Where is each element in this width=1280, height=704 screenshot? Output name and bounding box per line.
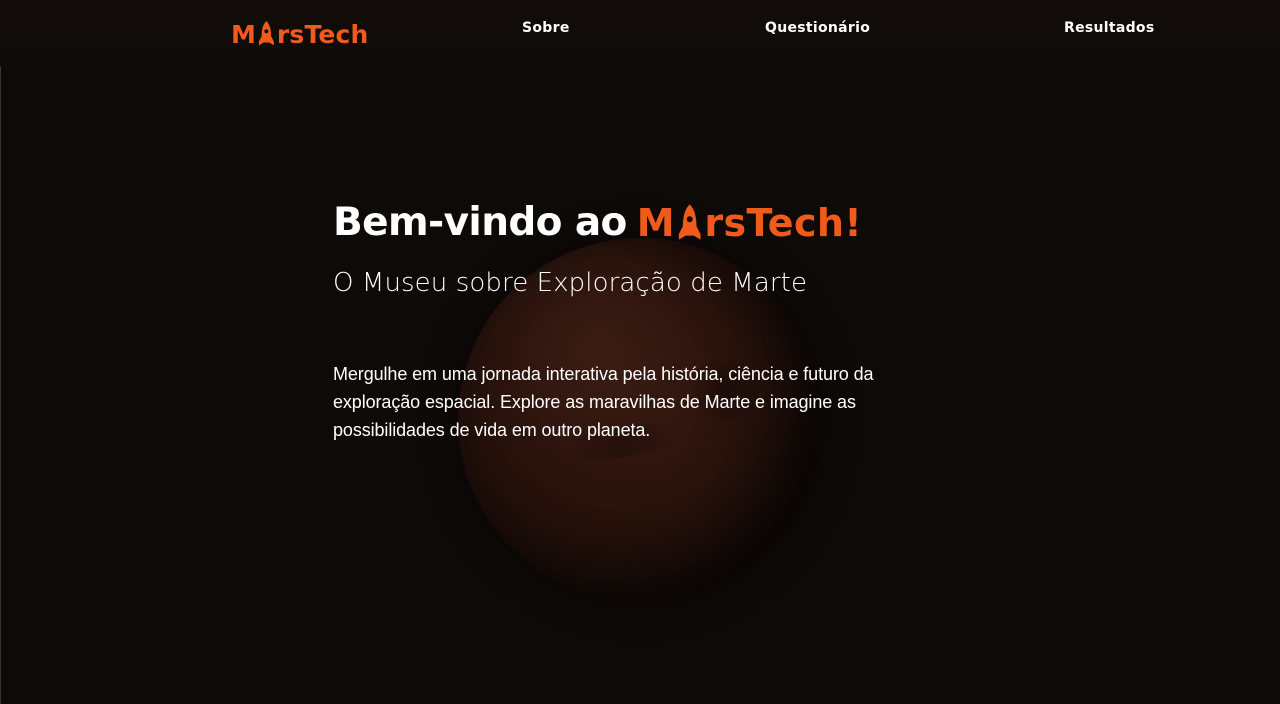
hero-subtitle: O Museu sobre Exploração de Marte <box>333 268 808 298</box>
hero-description: Mergulhe em uma jornada interativa pela … <box>333 364 874 440</box>
nav-link-resultados[interactable]: Resultados <box>1064 20 1155 36</box>
top-navigation-bar: M rsTech Sobre Questionário Resultados <box>0 0 1280 66</box>
hero-brand-logo: M rsTech! <box>637 196 862 250</box>
hero-brand-prefix: M <box>636 201 675 245</box>
rocket-icon <box>258 20 274 46</box>
nav-link-sobre[interactable]: Sobre <box>522 20 570 36</box>
hero-brand-suffix: rsTech! <box>704 201 863 245</box>
logo-suffix: rsTech <box>276 19 369 49</box>
marstech-logo-link[interactable]: M rsTech <box>231 14 369 54</box>
rocket-icon <box>678 204 701 240</box>
nav-link-questionario[interactable]: Questionário <box>765 20 870 36</box>
logo-prefix: M <box>231 19 257 49</box>
page-edge-line <box>0 0 1 704</box>
hero-section: Bem-vindo ao M rsTech! O Museu sobre Exp… <box>333 196 933 444</box>
hero-title: Bem-vindo ao M rsTech! <box>333 196 933 250</box>
hero-title-text: Bem-vindo ao <box>333 200 627 245</box>
